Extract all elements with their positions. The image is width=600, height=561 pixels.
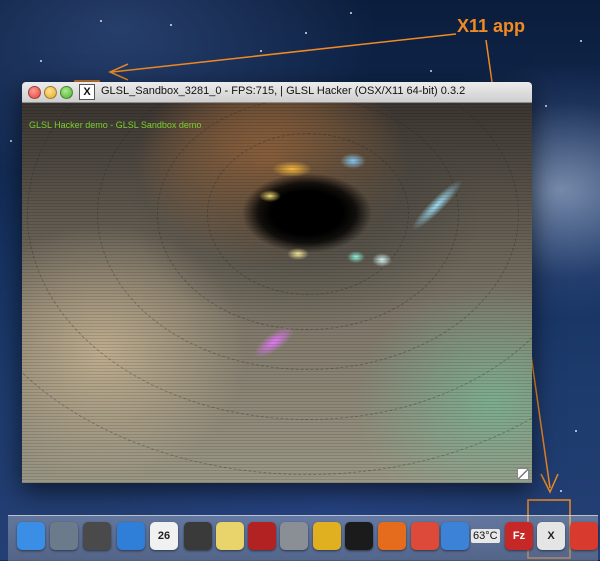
gear-icon[interactable] bbox=[280, 522, 308, 550]
photobooth-icon[interactable] bbox=[248, 522, 276, 550]
x11-app-annotation-label: X11 app bbox=[457, 16, 526, 36]
music-icon[interactable] bbox=[441, 522, 469, 550]
chrome-icon[interactable] bbox=[411, 522, 439, 550]
migration-icon[interactable] bbox=[83, 522, 111, 550]
wireless-icon[interactable] bbox=[313, 522, 341, 550]
temperature-readout: 63°C bbox=[471, 529, 500, 543]
rocket-icon[interactable] bbox=[50, 522, 78, 550]
zoom-button[interactable] bbox=[60, 86, 73, 99]
glsl-render-canvas[interactable]: GLSL Hacker demo - GLSL Sandbox demo bbox=[22, 103, 532, 483]
filezilla-icon[interactable]: Fz bbox=[505, 522, 533, 550]
notes-icon[interactable] bbox=[216, 522, 244, 550]
x11-icon[interactable]: X bbox=[537, 522, 565, 550]
window-title-bar[interactable]: X GLSL_Sandbox_3281_0 - FPS:715, | GLSL … bbox=[22, 82, 532, 103]
minimize-button[interactable] bbox=[44, 86, 57, 99]
resize-grip[interactable] bbox=[517, 468, 529, 480]
firefox-icon[interactable] bbox=[378, 522, 406, 550]
demo-label: GLSL Hacker demo - GLSL Sandbox demo bbox=[29, 120, 202, 130]
camera-icon[interactable] bbox=[184, 522, 212, 550]
glsl-hacker-window[interactable]: X GLSL_Sandbox_3281_0 - FPS:715, | GLSL … bbox=[22, 82, 532, 483]
calendar-icon[interactable]: 26 bbox=[150, 522, 178, 550]
window-title: GLSL_Sandbox_3281_0 - FPS:715, | GLSL Ha… bbox=[101, 85, 466, 97]
terminal-icon[interactable] bbox=[345, 522, 373, 550]
compass-icon[interactable] bbox=[117, 522, 145, 550]
x11-app-icon: X bbox=[79, 84, 95, 100]
finder-icon[interactable] bbox=[17, 522, 45, 550]
strawberry-icon[interactable] bbox=[570, 522, 598, 550]
close-button[interactable] bbox=[28, 86, 41, 99]
